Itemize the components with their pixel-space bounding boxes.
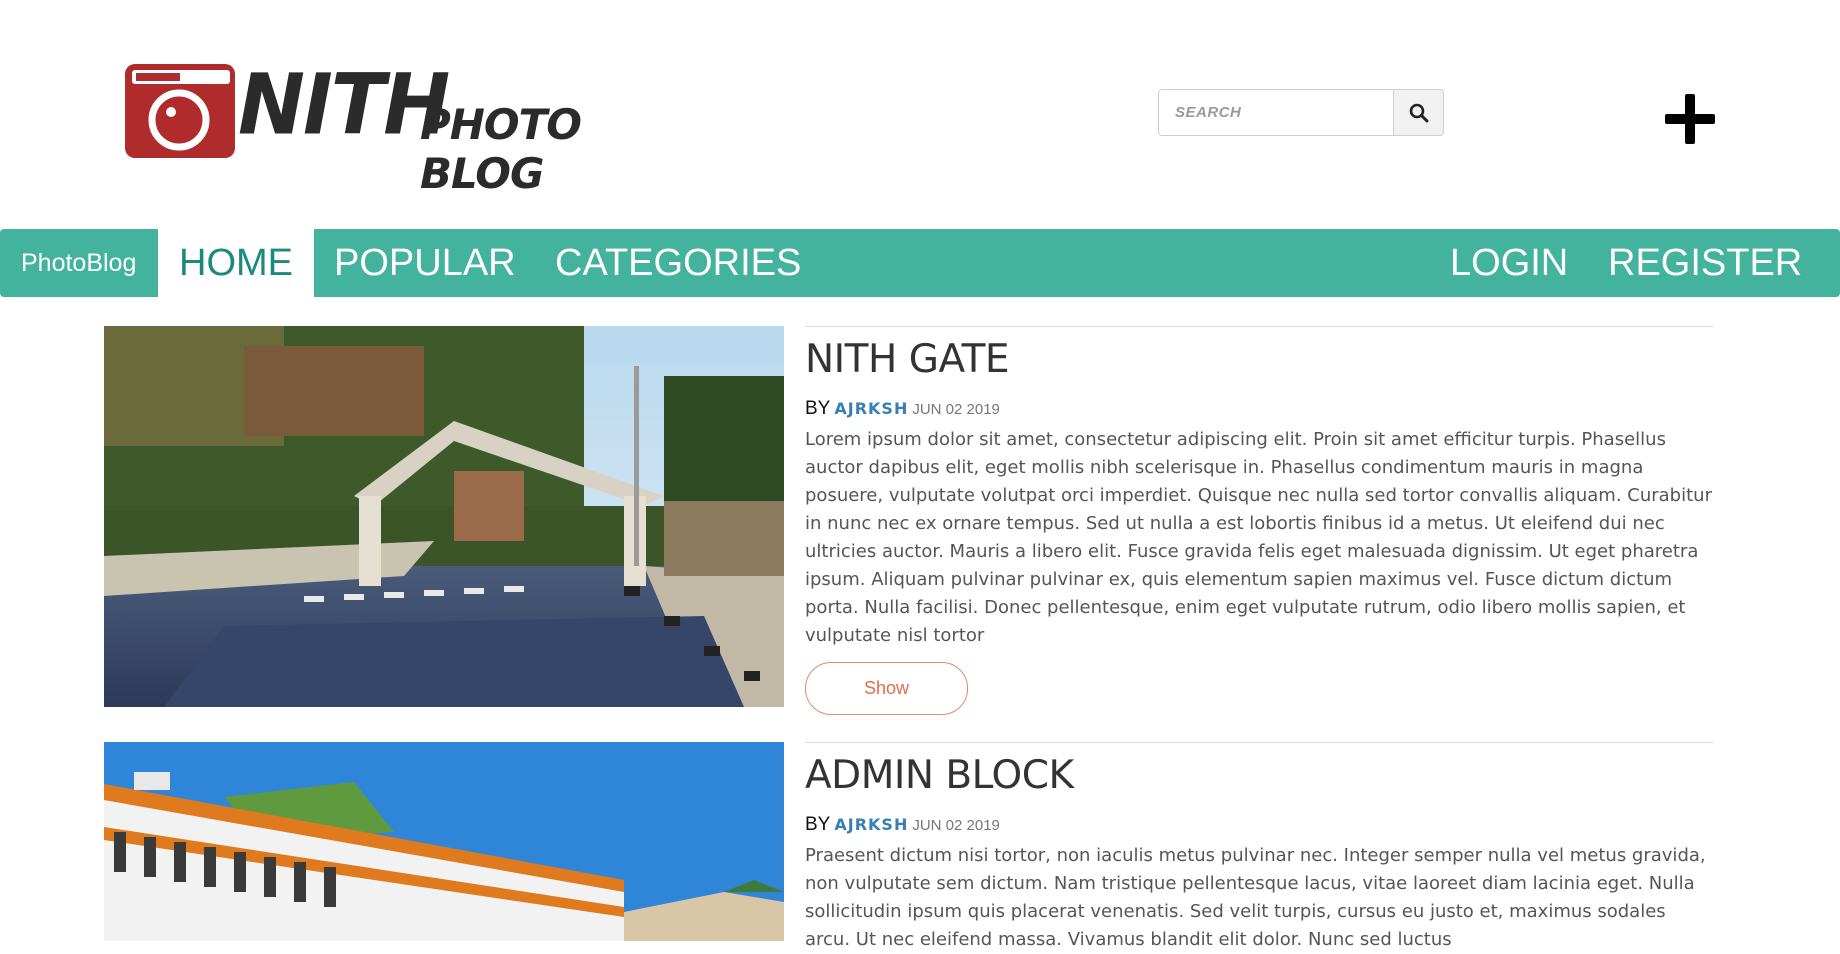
post-image-admin-block[interactable] xyxy=(104,742,784,941)
post-author[interactable]: AJRKSH xyxy=(834,399,908,418)
post-date: JUN 02 2019 xyxy=(912,401,1000,418)
site-logo[interactable]: NITH PHOTO BLOG xyxy=(124,56,654,198)
post-excerpt: Lorem ipsum dolor sit amet, consectetur … xyxy=(805,429,1712,646)
search-button[interactable] xyxy=(1393,90,1443,135)
logo-subtitle: PHOTO BLOG xyxy=(420,100,582,198)
add-post-button[interactable] xyxy=(1665,94,1715,144)
nav-item-login[interactable]: LOGIN xyxy=(1450,229,1568,297)
nav-item-popular[interactable]: POPULAR xyxy=(334,229,516,297)
camera-icon xyxy=(125,64,235,158)
admin-block-photo xyxy=(104,742,784,941)
gate-photo xyxy=(104,326,784,707)
nav-item-categories[interactable]: CATEGORIES xyxy=(555,229,801,297)
search-icon xyxy=(1409,103,1428,122)
logo-title: NITH xyxy=(238,55,450,154)
by-label: BY xyxy=(805,398,831,419)
post-author[interactable]: AJRKSH xyxy=(834,815,908,834)
by-label: BY xyxy=(805,814,831,835)
nav-brand[interactable]: PhotoBlog xyxy=(21,229,136,297)
post-image-nith-gate[interactable] xyxy=(104,326,784,707)
post-date: JUN 02 2019 xyxy=(912,817,1000,834)
nav-item-register[interactable]: REGISTER xyxy=(1608,229,1802,297)
post-excerpt: Praesent dictum nisi tortor, non iaculis… xyxy=(805,845,1706,950)
post-title[interactable]: NITH GATE xyxy=(805,337,1714,382)
post-title[interactable]: ADMIN BLOCK xyxy=(805,753,1714,798)
search-input[interactable] xyxy=(1159,90,1393,135)
show-button[interactable]: Show xyxy=(805,662,968,715)
post-card: ADMIN BLOCK BY AJRKSH JUN 02 2019 Praesent… xyxy=(805,742,1714,950)
main-navbar: PhotoBlog HOME POPULAR CATEGORIES LOGIN … xyxy=(0,229,1840,297)
search-bar xyxy=(1158,89,1444,136)
post-byline: BY AJRKSH JUN 02 2019 xyxy=(805,398,1714,420)
post-byline: BY AJRKSH JUN 02 2019 xyxy=(805,814,1714,836)
post-card: NITH GATE BY AJRKSH JUN 02 2019 Lorem ipsu… xyxy=(805,326,1714,715)
nav-item-home[interactable]: HOME xyxy=(158,229,314,297)
